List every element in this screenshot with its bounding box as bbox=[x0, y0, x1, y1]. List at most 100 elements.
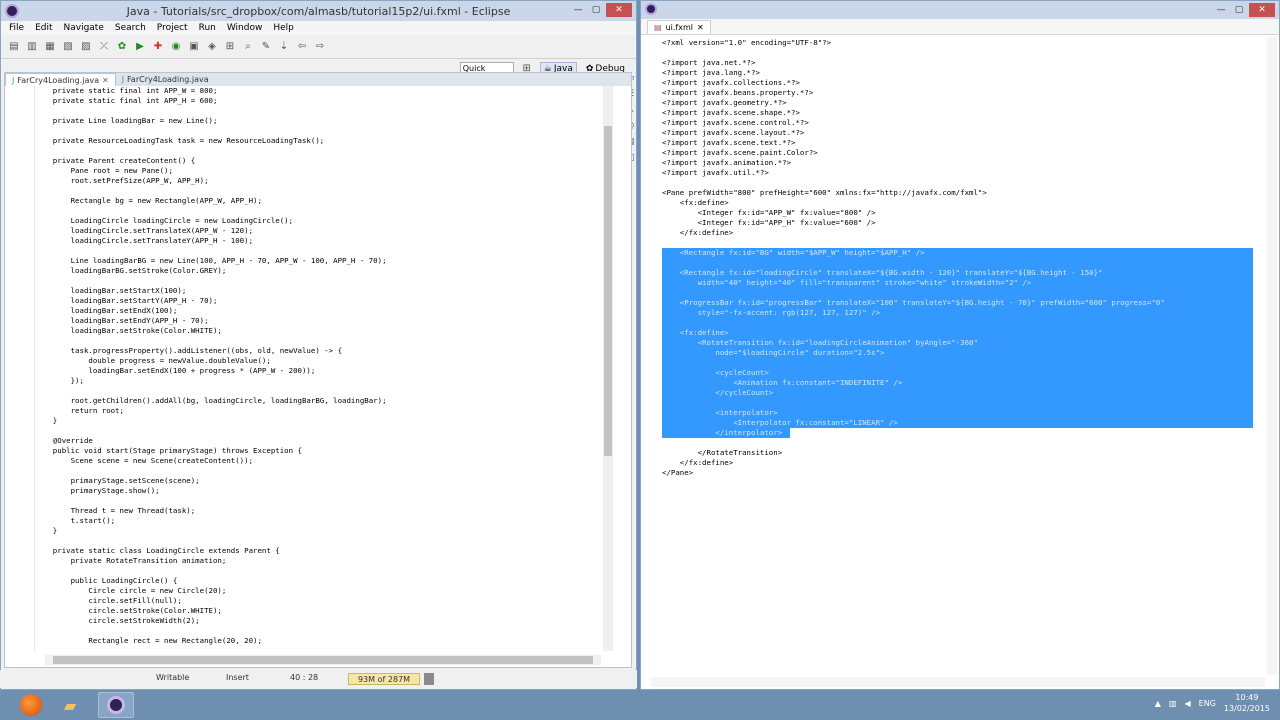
menu-project[interactable]: Project bbox=[157, 23, 188, 33]
code-line[interactable]: width="40" height="40" fill="transparent… bbox=[662, 278, 1258, 288]
code-line[interactable]: <?import javafx.scene.layout.*?> bbox=[662, 128, 1258, 138]
menu-window[interactable]: Window bbox=[227, 23, 263, 33]
code-line[interactable]: <fx:define> bbox=[662, 198, 1258, 208]
line-gutter[interactable] bbox=[5, 86, 35, 651]
code-line[interactable]: Circle circle = new Circle(20); bbox=[35, 586, 601, 596]
code-line[interactable]: loadingBar.setEndX(100); bbox=[35, 306, 601, 316]
code-line[interactable]: }); bbox=[35, 376, 601, 386]
code-line[interactable]: <Rectangle fx:id="loadingCircle" transla… bbox=[662, 268, 1258, 278]
code-line[interactable]: loadingCircle.setTranslateY(APP_H - 100)… bbox=[35, 236, 601, 246]
code-line[interactable]: task.progressProperty().addListener((obs… bbox=[35, 346, 601, 356]
skip-breakpoints-icon[interactable]: ⤫ bbox=[97, 40, 111, 54]
debug-icon[interactable]: ✿ bbox=[115, 40, 129, 54]
code-line[interactable]: </RotateTransition> bbox=[662, 448, 1258, 458]
code-line[interactable]: <interpolator> bbox=[662, 408, 1258, 418]
code-line[interactable]: Rectangle rect = new Rectangle(20, 20); bbox=[35, 636, 601, 646]
code-line[interactable] bbox=[35, 566, 601, 576]
new-class-icon[interactable]: ◈ bbox=[205, 40, 219, 54]
search-icon[interactable]: ⌕ bbox=[241, 40, 255, 54]
code-line[interactable] bbox=[35, 146, 601, 156]
code-line[interactable]: <?import javafx.scene.paint.Color?> bbox=[662, 148, 1258, 158]
language-indicator[interactable]: ENG bbox=[1199, 699, 1216, 708]
xml-code-area[interactable]: <?xml version="1.0" encoding="UTF-8"?> <… bbox=[662, 38, 1258, 678]
code-line[interactable]: <?import javafx.geometry.*?> bbox=[662, 98, 1258, 108]
code-line[interactable]: LoadingCircle loadingCircle = new Loadin… bbox=[35, 216, 601, 226]
new-package-icon[interactable]: ▣ bbox=[187, 40, 201, 54]
code-line[interactable] bbox=[35, 386, 601, 396]
code-line[interactable]: <Interpolator fx:constant="LINEAR" /> bbox=[662, 418, 1258, 428]
code-line[interactable]: style="-fx-accent: rgb(127, 127, 127)" /… bbox=[662, 308, 1258, 318]
code-line[interactable] bbox=[662, 238, 1258, 248]
annotation-icon[interactable]: ⇣ bbox=[277, 40, 291, 54]
save-icon[interactable]: ▦ bbox=[43, 40, 57, 54]
code-line[interactable]: </fx:define> bbox=[662, 458, 1258, 468]
code-line[interactable]: loadingBar.setEndX(100 + progress * (APP… bbox=[35, 366, 601, 376]
code-line[interactable]: <?xml version="1.0" encoding="UTF-8"?> bbox=[662, 38, 1258, 48]
code-line[interactable]: <fx:define> bbox=[662, 328, 1258, 338]
code-line[interactable]: primaryStage.setScene(scene); bbox=[35, 476, 601, 486]
code-line[interactable]: public LoadingCircle() { bbox=[35, 576, 601, 586]
code-line[interactable]: node="$loadingCircle" duration="2.5s"> bbox=[662, 348, 1258, 358]
code-line[interactable]: </fx:define> bbox=[662, 228, 1258, 238]
code-line[interactable]: private static final int APP_H = 600; bbox=[35, 96, 601, 106]
code-line[interactable]: <?import java.net.*?> bbox=[662, 58, 1258, 68]
minimize-button[interactable]: — bbox=[570, 3, 586, 17]
coverage-icon[interactable]: ◉ bbox=[169, 40, 183, 54]
code-line[interactable] bbox=[35, 206, 601, 216]
code-line[interactable]: <Rectangle fx:id="BG" width="$APP_W" hei… bbox=[662, 248, 1258, 258]
code-line[interactable]: loadingBar.setEndY(APP_H - 70); bbox=[35, 316, 601, 326]
scroll-thumb[interactable] bbox=[53, 656, 593, 664]
code-line[interactable]: <cycleCount> bbox=[662, 368, 1258, 378]
code-line[interactable]: Pane root = new Pane(); bbox=[35, 166, 601, 176]
code-line[interactable] bbox=[35, 106, 601, 116]
code-line[interactable]: circle.setStrokeWidth(2); bbox=[35, 616, 601, 626]
menu-navigate[interactable]: Navigate bbox=[64, 23, 104, 33]
save-all-icon[interactable]: ▧ bbox=[61, 40, 75, 54]
forward-icon[interactable]: ⇨ bbox=[313, 40, 327, 54]
code-line[interactable]: <?import javafx.animation.*?> bbox=[662, 158, 1258, 168]
code-line[interactable] bbox=[662, 358, 1258, 368]
code-line[interactable]: <?import javafx.beans.property.*?> bbox=[662, 88, 1258, 98]
code-line[interactable] bbox=[662, 48, 1258, 58]
tab-close-icon[interactable]: ✕ bbox=[102, 76, 109, 85]
external-tools-icon[interactable]: ✚ bbox=[151, 40, 165, 54]
open-type-icon[interactable]: ⊞ bbox=[223, 40, 237, 54]
java-editor[interactable]: J FarCry4Loading.java ✕ J FarCry4Loading… bbox=[4, 72, 632, 668]
code-line[interactable]: </interpolator> bbox=[662, 428, 1258, 438]
code-line[interactable] bbox=[662, 178, 1258, 188]
code-line[interactable]: private static class LoadingCircle exten… bbox=[35, 546, 601, 556]
minimize-button[interactable]: — bbox=[1213, 3, 1229, 17]
code-line[interactable]: <?import javafx.scene.shape.*?> bbox=[662, 108, 1258, 118]
vertical-scrollbar[interactable] bbox=[1267, 37, 1277, 675]
run-icon[interactable]: ▶ bbox=[133, 40, 147, 54]
code-line[interactable] bbox=[35, 536, 601, 546]
code-line[interactable]: </Pane> bbox=[662, 468, 1258, 478]
eclipse-taskbar-icon[interactable] bbox=[98, 692, 134, 718]
new-icon[interactable]: ▤ bbox=[7, 40, 21, 54]
code-line[interactable]: loadingBar.setStroke(Color.WHITE); bbox=[35, 326, 601, 336]
maximize-button[interactable]: ▢ bbox=[588, 3, 604, 17]
code-line[interactable]: <?import javafx.scene.control.*?> bbox=[662, 118, 1258, 128]
toggle-mark-icon[interactable]: ✎ bbox=[259, 40, 273, 54]
code-line[interactable]: loadingCircle.setTranslateX(APP_W - 120)… bbox=[35, 226, 601, 236]
code-line[interactable]: </cycleCount> bbox=[662, 388, 1258, 398]
horizontal-scrollbar[interactable] bbox=[45, 655, 601, 665]
code-line[interactable]: circle.setStroke(Color.WHITE); bbox=[35, 606, 601, 616]
code-line[interactable]: return root; bbox=[35, 406, 601, 416]
tab-close-icon[interactable]: ✕ bbox=[697, 23, 704, 32]
open-icon[interactable]: ▥ bbox=[25, 40, 39, 54]
code-line[interactable]: loadingBar.setStartY(APP_H - 70); bbox=[35, 296, 601, 306]
code-line[interactable]: private RotateTransition animation; bbox=[35, 556, 601, 566]
firefox-icon[interactable] bbox=[20, 694, 42, 716]
file-explorer-icon[interactable]: ▰ bbox=[52, 692, 88, 718]
horizontal-scrollbar[interactable] bbox=[651, 677, 1265, 687]
maximize-button[interactable]: ▢ bbox=[1231, 3, 1247, 17]
xml-tab[interactable]: ▤ ui.fxml ✕ bbox=[647, 19, 711, 34]
editor-tab[interactable]: J FarCry4Loading.java bbox=[116, 73, 215, 86]
code-line[interactable] bbox=[35, 126, 601, 136]
code-line[interactable] bbox=[35, 646, 601, 651]
code-line[interactable]: <Integer fx:id="APP_W" fx:value="800" /> bbox=[662, 208, 1258, 218]
code-line[interactable]: circle.setFill(null); bbox=[35, 596, 601, 606]
menu-run[interactable]: Run bbox=[199, 23, 216, 33]
menu-search[interactable]: Search bbox=[115, 23, 146, 33]
